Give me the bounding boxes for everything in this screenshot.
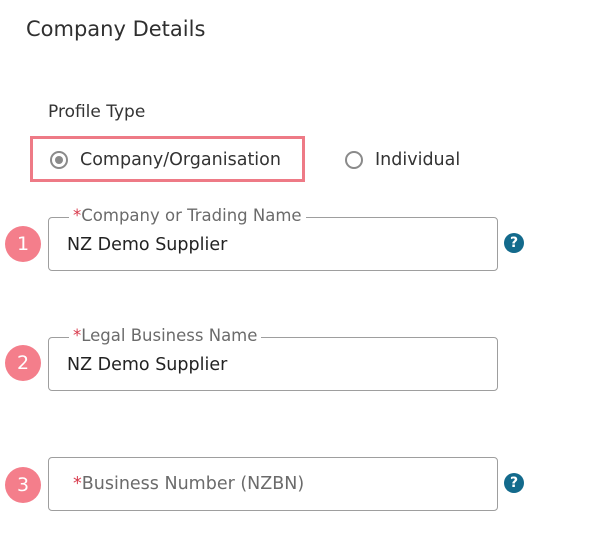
field-legend: *Legal Business Name (69, 326, 262, 345)
step-badge-1: 1 (5, 226, 41, 262)
required-asterisk: * (73, 474, 82, 494)
required-asterisk: * (73, 326, 82, 345)
profile-type-label: Profile Type (48, 102, 146, 122)
radio-checked-icon (50, 151, 68, 169)
business-number-field[interactable]: *Business Number (NZBN) (48, 457, 498, 511)
field-label: Legal Business Name (81, 326, 258, 345)
field-legend: *Company or Trading Name (69, 206, 306, 225)
step-badge-3: 3 (5, 467, 41, 503)
radio-individual[interactable]: Individual (345, 150, 460, 170)
field-placeholder-label: Business Number (NZBN) (81, 474, 305, 494)
field-value: NZ Demo Supplier (67, 235, 228, 255)
radio-company-organisation[interactable]: Company/Organisation (50, 150, 281, 170)
radio-label-individual: Individual (375, 150, 461, 170)
required-asterisk: * (73, 206, 82, 225)
step-badge-2: 2 (5, 345, 41, 381)
radio-unchecked-icon (345, 151, 363, 169)
field-placeholder: *Business Number (NZBN) (73, 474, 304, 494)
legal-business-name-field[interactable]: *Legal Business Name NZ Demo Supplier (48, 326, 498, 391)
company-trading-name-field[interactable]: *Company or Trading Name NZ Demo Supplie… (48, 206, 498, 271)
field-label: Company or Trading Name (81, 206, 302, 225)
question-circle-icon[interactable]: ? (504, 473, 524, 493)
field-value: NZ Demo Supplier (67, 355, 228, 375)
section-title: Company Details (26, 17, 206, 41)
radio-label-company: Company/Organisation (80, 150, 281, 170)
question-circle-icon[interactable]: ? (504, 233, 524, 253)
